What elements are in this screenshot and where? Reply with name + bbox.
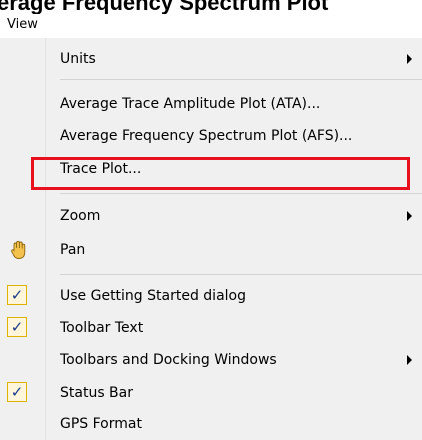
menu-item-label: GPS Format	[60, 416, 142, 432]
checkmark-icon: ✓	[7, 317, 27, 337]
submenu-arrow-icon	[407, 54, 412, 64]
menu-separator	[60, 79, 422, 80]
menu-item-label: Use Getting Started dialog	[60, 288, 246, 304]
submenu-arrow-icon	[407, 211, 412, 221]
menu-item-label: Toolbars and Docking Windows	[60, 352, 277, 368]
menu-item-label: Units	[60, 51, 96, 67]
menu-item-afs[interactable]: Average Frequency Spectrum Plot (AFS)...	[0, 122, 422, 150]
menu-item-getting-started[interactable]: ✓ Use Getting Started dialog	[0, 282, 422, 310]
menu-item-ata[interactable]: Average Trace Amplitude Plot (ATA)...	[0, 90, 422, 118]
menu-item-label: Toolbar Text	[60, 320, 144, 336]
menu-separator	[60, 274, 422, 275]
menu-item-gps-format[interactable]: GPS Format	[0, 410, 422, 438]
menu-item-toolbar-text[interactable]: ✓ Toolbar Text	[0, 314, 422, 342]
menubar: View	[0, 14, 422, 38]
menu-item-label: Average Trace Amplitude Plot (ATA)...	[60, 96, 321, 112]
menu-item-label: Status Bar	[60, 385, 134, 401]
menu-item-label: Zoom	[60, 208, 101, 224]
checkmark-icon: ✓	[7, 382, 27, 402]
menu-item-toolbars-docking[interactable]: Toolbars and Docking Windows	[0, 346, 422, 374]
hand-icon	[11, 240, 26, 259]
menu-item-pan[interactable]: Pan	[0, 236, 422, 264]
checkmark-icon: ✓	[7, 285, 27, 305]
menu-separator	[60, 193, 422, 194]
view-menu: Units Average Trace Amplitude Plot (ATA)…	[0, 38, 422, 440]
menubar-view[interactable]: View	[4, 14, 47, 38]
highlight-annotation-box	[31, 157, 410, 190]
submenu-arrow-icon	[407, 355, 412, 365]
menu-item-zoom[interactable]: Zoom	[0, 202, 422, 230]
menu-item-label: Average Frequency Spectrum Plot (AFS)...	[60, 128, 353, 144]
menu-item-units[interactable]: Units	[0, 45, 422, 73]
menu-item-status-bar[interactable]: ✓ Status Bar	[0, 379, 422, 407]
menu-item-label: Pan	[60, 242, 86, 258]
